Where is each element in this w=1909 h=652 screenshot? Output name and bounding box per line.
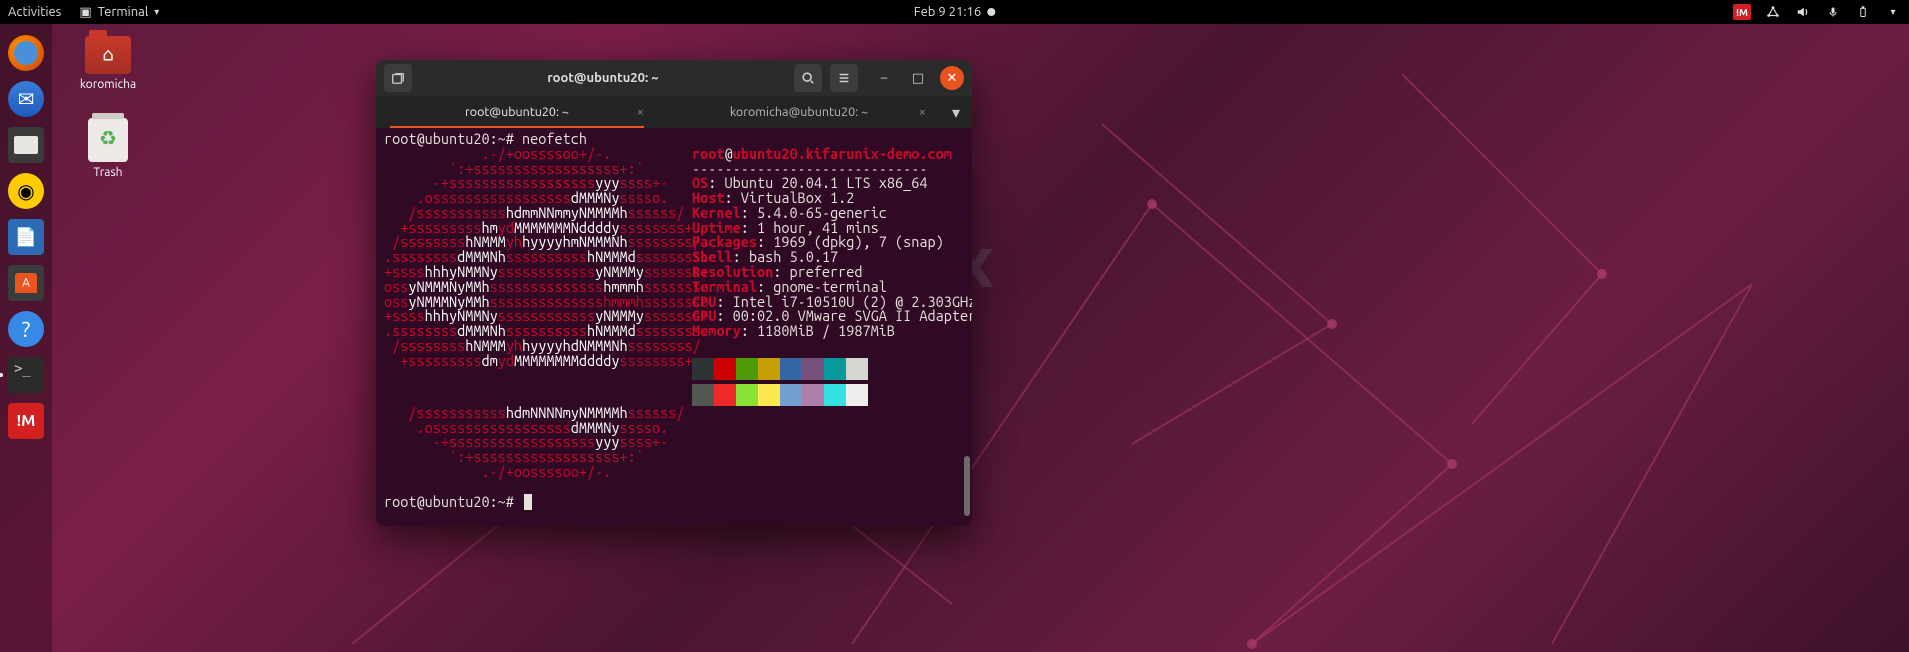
tab-close-icon[interactable]: × bbox=[919, 105, 926, 119]
nomachine-tray-icon[interactable]: !M bbox=[1733, 4, 1751, 20]
dock-rhythmbox[interactable]: ◉ bbox=[5, 170, 47, 212]
dock-nomachine[interactable]: !M bbox=[5, 400, 47, 442]
dock-libreoffice-writer[interactable]: 📄 bbox=[5, 216, 47, 258]
dock-help[interactable]: ? bbox=[5, 308, 47, 350]
terminal-output[interactable]: root@ubuntu20:~# neofetch .-/+oossssoo+/… bbox=[376, 128, 972, 526]
software-icon bbox=[8, 265, 44, 301]
search-button[interactable] bbox=[794, 64, 822, 92]
trash-icon bbox=[88, 118, 128, 162]
nomachine-icon: !M bbox=[8, 403, 44, 439]
top-panel: Activities ▣ Terminal ▾ Feb 9 21:16 !M ▾ bbox=[0, 0, 1909, 24]
battery-tray-icon[interactable] bbox=[1855, 4, 1871, 20]
network-tray-icon[interactable] bbox=[1765, 4, 1781, 20]
desktop-icon-label: Trash bbox=[72, 166, 144, 179]
tab-label: root@ubuntu20: ~ bbox=[465, 105, 569, 119]
desktop-icon-label: koromicha bbox=[72, 78, 144, 91]
tab-menu-button[interactable]: ▾ bbox=[940, 96, 972, 128]
volume-tray-icon[interactable] bbox=[1795, 4, 1811, 20]
terminal-small-icon: ▣ bbox=[79, 5, 91, 20]
terminal-tab-inactive[interactable]: koromicha@ubuntu20: ~ × bbox=[658, 96, 940, 128]
tab-label: koromicha@ubuntu20: ~ bbox=[730, 105, 868, 119]
terminal-tab-bar: root@ubuntu20: ~ × koromicha@ubuntu20: ~… bbox=[376, 96, 972, 128]
terminal-icon: >_ bbox=[8, 357, 44, 393]
hamburger-menu-button[interactable] bbox=[830, 64, 858, 92]
dock: ✉ ◉ 📄 ? >_ !M bbox=[0, 24, 52, 652]
close-button[interactable]: ✕ bbox=[940, 66, 964, 90]
new-tab-button[interactable] bbox=[384, 64, 412, 92]
clock[interactable]: Feb 9 21:16 bbox=[914, 5, 995, 19]
notification-dot-icon bbox=[987, 8, 995, 16]
chevron-down-icon: ▾ bbox=[154, 6, 159, 18]
writer-icon: 📄 bbox=[8, 219, 44, 255]
dock-software[interactable] bbox=[5, 262, 47, 304]
thunderbird-icon: ✉ bbox=[8, 81, 44, 117]
dock-files[interactable] bbox=[5, 124, 47, 166]
folder-icon bbox=[85, 36, 131, 74]
firefox-icon bbox=[8, 35, 44, 71]
scrollbar[interactable] bbox=[964, 456, 970, 516]
dock-terminal[interactable]: >_ bbox=[5, 354, 47, 396]
files-icon bbox=[8, 127, 44, 163]
window-titlebar[interactable]: root@ubuntu20: ~ – □ ✕ bbox=[376, 60, 972, 96]
color-palette-bright bbox=[692, 384, 868, 406]
dock-firefox[interactable] bbox=[5, 32, 47, 74]
minimize-button[interactable]: – bbox=[872, 66, 896, 90]
app-menu-label: Terminal bbox=[98, 5, 149, 19]
terminal-window: root@ubuntu20: ~ – □ ✕ root@ubuntu20: ~ … bbox=[376, 60, 972, 526]
rhythmbox-icon: ◉ bbox=[8, 173, 44, 209]
help-icon: ? bbox=[8, 311, 44, 347]
activities-button[interactable]: Activities bbox=[8, 5, 61, 19]
desktop-trash[interactable]: Trash bbox=[72, 118, 144, 179]
color-palette bbox=[692, 358, 868, 380]
desktop-home-folder[interactable]: koromicha bbox=[72, 36, 144, 91]
system-menu-chevron-icon[interactable]: ▾ bbox=[1885, 4, 1901, 20]
maximize-button[interactable]: □ bbox=[906, 66, 930, 90]
terminal-tab-active[interactable]: root@ubuntu20: ~ × bbox=[376, 96, 658, 128]
mic-tray-icon[interactable] bbox=[1825, 4, 1841, 20]
tab-close-icon[interactable]: × bbox=[637, 105, 644, 119]
clock-label: Feb 9 21:16 bbox=[914, 5, 981, 19]
dock-thunderbird[interactable]: ✉ bbox=[5, 78, 47, 120]
window-title: root@ubuntu20: ~ bbox=[420, 71, 786, 85]
app-menu[interactable]: ▣ Terminal ▾ bbox=[79, 5, 159, 20]
wallpaper-lines bbox=[52, 24, 1909, 652]
